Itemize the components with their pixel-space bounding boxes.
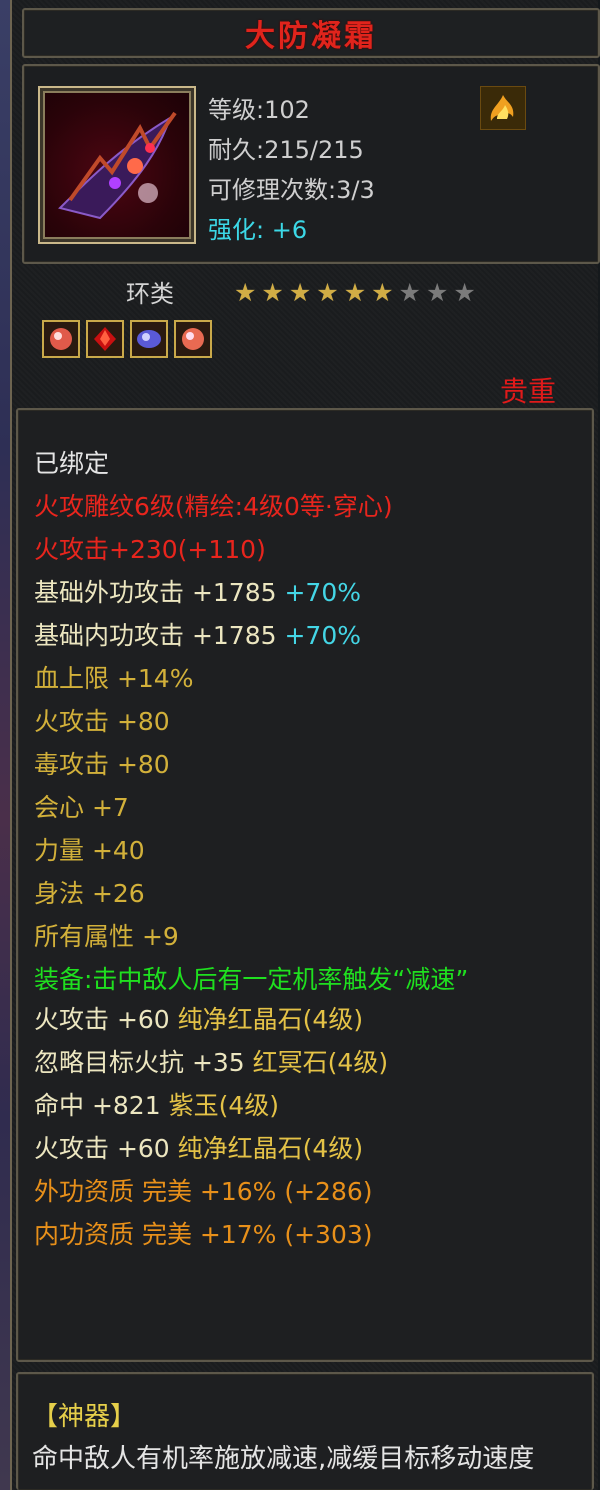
- attribute-list: 已绑定 火攻雕纹6级(精绘:4级0等·穿心) 火攻击+230(+110) 基础外…: [34, 442, 590, 1256]
- attribute-line: 基础内功攻击 +1785 +70%: [34, 614, 590, 657]
- attribute-line: 基础外功攻击 +1785 +70%: [34, 571, 590, 614]
- gem-attribute-line: 火攻击 +60 纯净红晶石(4级): [34, 998, 590, 1041]
- item-level: 等级:102: [208, 96, 310, 124]
- attribute-line: 血上限 +14%: [34, 664, 194, 693]
- item-durability: 耐久:215/215: [208, 136, 364, 164]
- attribute-line: 火攻击+230(+110): [34, 535, 266, 564]
- attribute-text: 基础内功攻击 +1785: [34, 621, 277, 650]
- item-enhance-level: 强化: +6: [208, 216, 308, 244]
- aptitude-line: 内功资质 完美 +17% (+303): [34, 1220, 373, 1249]
- aptitude-line: 外功资质 完美 +16% (+286): [34, 1177, 373, 1206]
- gem-attribute-line: 火攻击 +60 纯净红晶石(4级): [34, 1127, 590, 1170]
- red-crystal-icon: [182, 328, 204, 350]
- gem-name: 纯净红晶石(4级): [177, 1134, 364, 1163]
- gem-attribute-line: 命中 +821 紫玉(4级): [34, 1084, 590, 1127]
- attribute-bonus: +70%: [284, 621, 361, 650]
- attribute-line: 力量 +40: [34, 836, 145, 865]
- star-icon-empty: ★: [398, 278, 421, 307]
- item-type: 环类: [126, 280, 174, 308]
- attribute-text: 命中 +821: [34, 1091, 161, 1120]
- red-crystal-icon: [50, 328, 72, 350]
- attribute-text: 火攻击 +60: [34, 1134, 170, 1163]
- attribute-line: 火攻雕纹6级(精绘:4级0等·穿心): [34, 492, 393, 521]
- star-icon-filled: ★: [288, 278, 312, 307]
- star-icon-filled: ★: [316, 278, 339, 307]
- star-icon-empty: ★: [453, 278, 476, 307]
- gem-name: 纯净红晶石(4级): [177, 1005, 364, 1034]
- star-icon-empty: ★: [425, 278, 449, 307]
- background-window-edge: [0, 0, 10, 1490]
- item-image: [38, 86, 196, 244]
- bind-status: 已绑定: [34, 449, 110, 478]
- item-info-box: 等级:102 耐久:215/215 可修理次数:3/3 强化: +6: [22, 64, 600, 264]
- attribute-text: 火攻击 +60: [34, 1005, 170, 1034]
- gem-attribute-line: 忽略目标火抗 +35 红冥石(4级): [34, 1041, 590, 1084]
- attribute-line: 身法 +26: [34, 879, 145, 908]
- artifact-box: 【神器】 命中敌人有机率施放减速,减缓目标移动速度: [16, 1372, 594, 1490]
- gem-name: 紫玉(4级): [168, 1091, 279, 1120]
- attribute-line: 会心 +7: [34, 793, 129, 822]
- attribute-line: 所有属性 +9: [34, 922, 179, 951]
- star-icon-filled: ★: [261, 278, 284, 307]
- gem-sockets: [42, 320, 212, 358]
- artifact-description: 命中敌人有机率施放减速,减缓目标移动速度: [32, 1444, 535, 1474]
- star-icon-filled: ★: [343, 278, 367, 307]
- ring-weapon-icon: [58, 111, 177, 220]
- star-icon-filled: ★: [234, 278, 257, 307]
- title-bar: 大防凝霜: [22, 8, 600, 58]
- equip-effect-line: 装备:击中敌人后有一定机率触发“减速”: [34, 965, 469, 994]
- artifact-title: 【神器】: [32, 1402, 137, 1432]
- red-gem-icon: [94, 327, 116, 351]
- gem-socket-3[interactable]: [130, 320, 168, 358]
- attributes-box: 已绑定 火攻雕纹6级(精绘:4级0等·穿心) 火攻击+230(+110) 基础外…: [16, 408, 594, 1362]
- attribute-bonus: +70%: [284, 578, 361, 607]
- attribute-line: 毒攻击 +80: [34, 750, 170, 779]
- attribute-text: 基础外功攻击 +1785: [34, 578, 277, 607]
- item-tooltip: 大防凝霜 等级:102 耐久:215/215 可修理次数:3/3 强化: +6 …: [10, 0, 600, 1490]
- star-icon-filled: ★: [371, 278, 394, 307]
- item-repair-count: 可修理次数:3/3: [208, 176, 375, 204]
- item-rarity: 贵重: [499, 375, 556, 408]
- star-rating: ★ ★ ★ ★ ★ ★ ★ ★ ★: [234, 280, 476, 306]
- gem-socket-1[interactable]: [42, 320, 80, 358]
- fire-element-icon: [480, 86, 526, 130]
- gem-socket-4[interactable]: [174, 320, 212, 358]
- gem-socket-2[interactable]: [86, 320, 124, 358]
- attribute-line: 火攻击 +80: [34, 707, 170, 736]
- attribute-text: 忽略目标火抗 +35: [34, 1048, 245, 1077]
- item-name: 大防凝霜: [245, 19, 377, 54]
- gem-name: 红冥石(4级): [252, 1048, 389, 1077]
- purple-jade-icon: [137, 330, 161, 348]
